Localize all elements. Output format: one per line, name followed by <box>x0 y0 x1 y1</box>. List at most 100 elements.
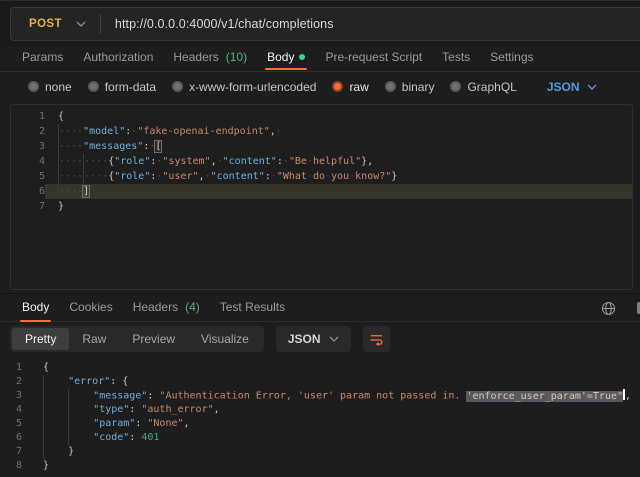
postman-request-view: { "request_bar": { "method": "POST", "ur… <box>0 0 640 477</box>
code-line[interactable]: 3 "message": "Authentication Error, 'use… <box>0 389 640 403</box>
radio-label: raw <box>349 80 368 94</box>
code-line[interactable]: 1{ <box>11 109 632 124</box>
radio-binary[interactable]: binary <box>385 80 435 94</box>
radio-form-data[interactable]: form-data <box>88 80 156 94</box>
code-line[interactable]: 4 "type": "auth_error", <box>0 403 640 417</box>
tab-label: Test Results <box>220 300 285 314</box>
tab-label: Body <box>267 50 294 64</box>
line-number: 4 <box>11 154 45 169</box>
tab-body[interactable]: Body <box>257 47 315 70</box>
tab-label: Settings <box>490 50 533 64</box>
radio-raw[interactable]: raw <box>332 80 368 94</box>
headers-count: (10) <box>226 50 247 64</box>
language-label: JSON <box>547 80 580 94</box>
view-visualize-button[interactable]: Visualize <box>188 328 262 350</box>
response-toolbar: Pretty Raw Preview Visualize JSON <box>0 322 640 356</box>
tab-label: Headers <box>173 50 218 64</box>
response-section: Body Cookies Headers (4) Test Results Pre… <box>0 293 640 476</box>
code-line[interactable]: 8} <box>0 459 640 473</box>
view-pretty-button[interactable]: Pretty <box>12 328 69 350</box>
request-url-strip: POST http://0.0.0.0:4000/v1/chat/complet… <box>0 1 640 47</box>
tab-params[interactable]: Params <box>12 47 73 70</box>
radio-graphql[interactable]: GraphQL <box>450 80 516 94</box>
tab-label: Cookies <box>69 300 112 314</box>
radio-label: x-www-form-urlencoded <box>189 80 316 94</box>
line-number: 3 <box>11 139 45 154</box>
code-line[interactable]: 7 } <box>0 445 640 459</box>
code-line[interactable]: 6····] <box>11 184 632 199</box>
radio-selected-icon <box>332 81 343 92</box>
method-label: POST <box>29 18 62 30</box>
request-language-select[interactable]: JSON <box>547 80 597 94</box>
tab-label: Params <box>22 50 63 64</box>
tab-headers[interactable]: Headers (10) <box>163 47 257 70</box>
response-tab-headers[interactable]: Headers (4) <box>123 294 210 322</box>
radio-icon <box>88 81 99 92</box>
tab-authorization[interactable]: Authorization <box>73 47 163 70</box>
body-type-options: none form-data x-www-form-urlencoded raw… <box>0 72 640 101</box>
tab-tests[interactable]: Tests <box>432 47 480 70</box>
radio-icon <box>28 81 39 92</box>
chevron-down-icon <box>76 21 86 27</box>
tab-label: Headers <box>133 300 178 314</box>
view-preview-button[interactable]: Preview <box>119 328 188 350</box>
code-line[interactable]: 2 "error": { <box>0 375 640 389</box>
tab-pre-request-script[interactable]: Pre-request Script <box>315 47 432 70</box>
response-tab-cookies[interactable]: Cookies <box>59 294 122 322</box>
code-line[interactable]: 3····"messages":·[ <box>11 139 632 154</box>
radio-label: GraphQL <box>467 80 516 94</box>
line-number: 3 <box>0 389 22 403</box>
radio-x-www-form-urlencoded[interactable]: x-www-form-urlencoded <box>172 80 316 94</box>
request-tabs: Params Authorization Headers (10) Body Pr… <box>0 47 640 72</box>
tab-label: Authorization <box>83 50 153 64</box>
response-tab-test-results[interactable]: Test Results <box>210 294 295 322</box>
line-number: 7 <box>11 199 45 214</box>
chevron-down-icon <box>587 84 597 90</box>
radio-icon <box>385 81 396 92</box>
url-container: POST http://0.0.0.0:4000/v1/chat/complet… <box>10 7 640 41</box>
code-line[interactable]: 5········{"role":·"user",·"content":·"Wh… <box>11 169 632 184</box>
globe-icon[interactable] <box>601 301 616 316</box>
tab-label: Body <box>22 300 49 314</box>
response-tab-body[interactable]: Body <box>12 294 59 322</box>
response-view-switcher: Pretty Raw Preview Visualize <box>10 326 264 352</box>
tab-label: Pre-request Script <box>325 50 422 64</box>
code-line[interactable]: 7} <box>11 199 632 214</box>
tab-label: Tests <box>442 50 470 64</box>
code-line[interactable]: 1{ <box>0 361 640 375</box>
line-number: 6 <box>11 184 45 199</box>
line-number: 5 <box>11 169 45 184</box>
code-line[interactable]: 2····"model":·"fake-openai-endpoint",· <box>11 124 632 139</box>
line-number: 2 <box>11 124 45 139</box>
language-label: JSON <box>288 332 321 346</box>
text-wrap-icon <box>369 332 384 347</box>
line-number: 2 <box>0 375 22 389</box>
tab-settings[interactable]: Settings <box>480 47 543 70</box>
view-raw-button[interactable]: Raw <box>69 328 119 350</box>
response-language-select[interactable]: JSON <box>276 326 351 352</box>
radio-none[interactable]: none <box>28 80 72 94</box>
radio-icon <box>172 81 183 92</box>
wrap-text-button[interactable] <box>363 326 390 352</box>
line-number: 6 <box>0 431 22 445</box>
line-number: 1 <box>0 361 22 375</box>
method-selector[interactable]: POST <box>11 8 100 40</box>
request-body-editor[interactable]: 1{2····"model":·"fake-openai-endpoint",·… <box>10 104 633 290</box>
line-number: 1 <box>11 109 45 124</box>
code-line[interactable]: 5 "param": "None", <box>0 417 640 431</box>
radio-label: none <box>45 80 72 94</box>
response-body-editor[interactable]: 1{2 "error": {3 "message": "Authenticati… <box>0 356 640 476</box>
response-tabs: Body Cookies Headers (4) Test Results <box>0 294 640 322</box>
line-number: 5 <box>0 417 22 431</box>
radio-label: form-data <box>105 80 156 94</box>
line-number: 7 <box>0 445 22 459</box>
url-input[interactable]: http://0.0.0.0:4000/v1/chat/completions <box>101 17 334 31</box>
radio-label: binary <box>402 80 435 94</box>
line-number: 4 <box>0 403 22 417</box>
headers-count: (4) <box>185 300 200 314</box>
code-line[interactable]: 4········{"role":·"system",·"content":·"… <box>11 154 632 169</box>
line-number: 8 <box>0 459 22 473</box>
chevron-down-icon <box>329 336 339 342</box>
body-modified-dot <box>299 54 305 60</box>
code-line[interactable]: 6 "code": 401 <box>0 431 640 445</box>
